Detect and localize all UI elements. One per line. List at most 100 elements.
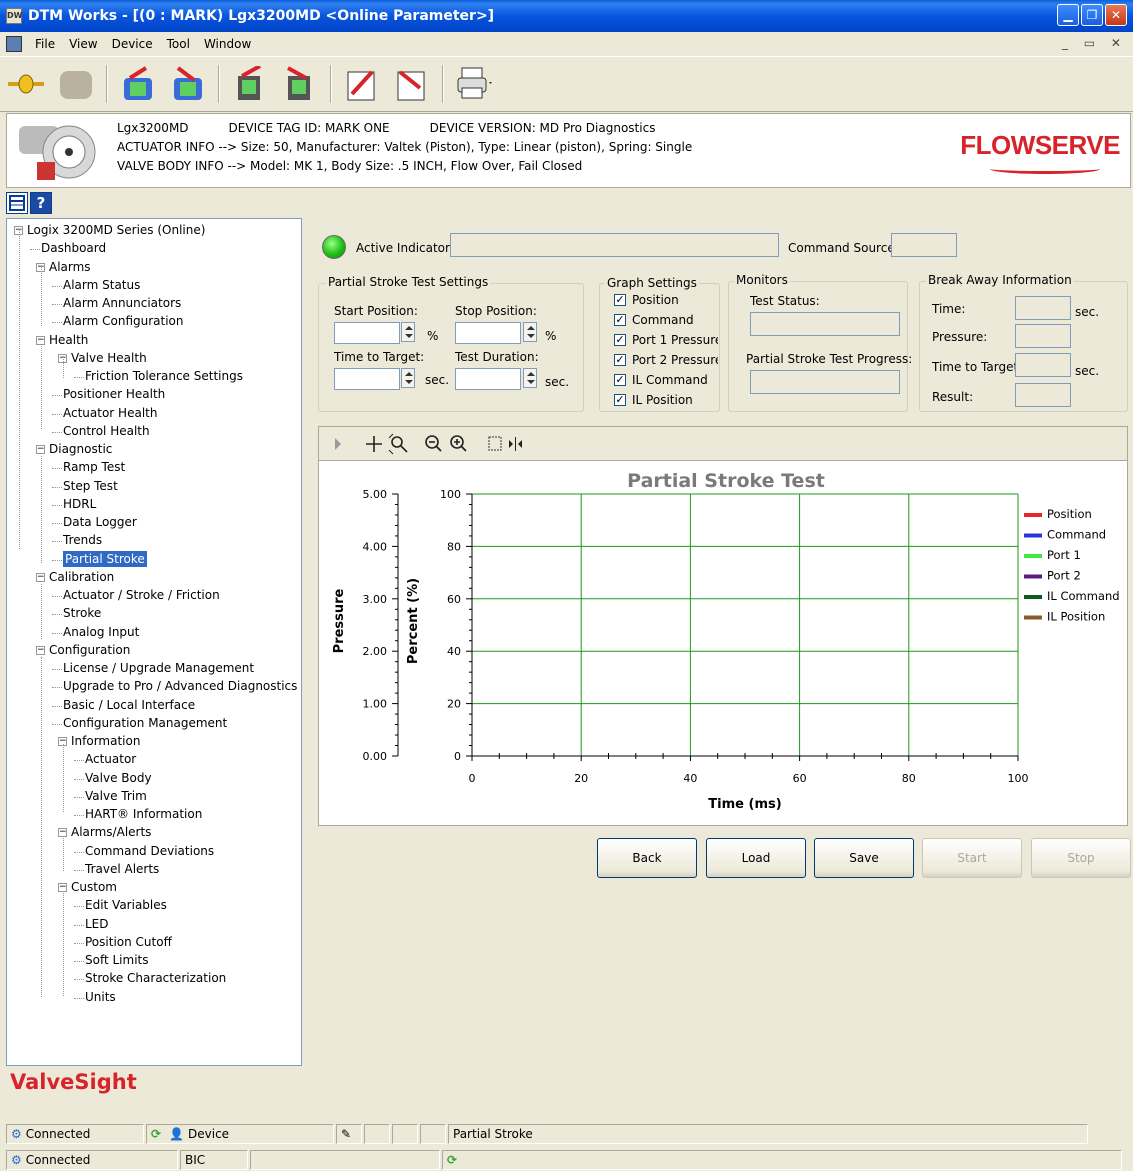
tree-item-ramp-test[interactable]: Ramp Test <box>63 459 125 475</box>
start-position-input[interactable] <box>334 322 400 344</box>
tree-item-partial-stroke[interactable]: Partial Stroke <box>63 550 147 567</box>
tree-item-actuator-stroke-friction[interactable]: Actuator / Stroke / Friction <box>63 587 220 603</box>
tree-item-configuration[interactable]: Configuration <box>49 642 130 658</box>
zoom-out-icon[interactable] <box>425 435 442 452</box>
tree-item-command-deviations[interactable]: Command Deviations <box>85 843 214 859</box>
zoom-in-icon[interactable] <box>450 435 467 452</box>
tree-expander[interactable]: − <box>36 572 45 582</box>
device-icon[interactable] <box>56 64 96 104</box>
time-to-target-spinner[interactable] <box>401 368 415 388</box>
tree-item-analog-input[interactable]: Analog Input <box>63 624 139 640</box>
tree-item-valve-body[interactable]: Valve Body <box>85 770 152 786</box>
tree-item-basic-local-interface[interactable]: Basic / Local Interface <box>63 697 195 713</box>
menu-tool[interactable]: Tool <box>160 37 197 51</box>
tree-item-valve-trim[interactable]: Valve Trim <box>85 788 147 804</box>
tree-item-custom[interactable]: Custom <box>71 879 117 895</box>
connect-icon[interactable] <box>6 64 46 104</box>
tree-item-alarms[interactable]: Alarms <box>49 259 91 275</box>
tree-expander[interactable]: − <box>36 335 45 345</box>
pressure-tick-label: 0.00 <box>363 750 388 763</box>
window-title: DTM Works - [(0 : MARK) Lgx3200MD <Onlin… <box>28 8 495 24</box>
position-checkbox[interactable]: ✓ <box>614 294 626 306</box>
tree-expander[interactable]: − <box>36 645 45 655</box>
select-box-icon[interactable] <box>488 436 502 451</box>
tree-item-alarm-status[interactable]: Alarm Status <box>63 277 140 293</box>
legend-swatch <box>1024 533 1042 538</box>
start-button[interactable]: Start <box>922 838 1022 878</box>
tree-item-control-health[interactable]: Control Health <box>63 423 150 439</box>
help-icon[interactable]: ? <box>30 192 52 214</box>
tree-item-stroke-characterization[interactable]: Stroke Characterization <box>85 970 226 986</box>
tree-item-step-test[interactable]: Step Test <box>63 478 118 494</box>
test-duration-spinner[interactable] <box>523 368 537 388</box>
tree-item-configuration-management[interactable]: Configuration Management <box>63 715 227 731</box>
close-button[interactable]: ✕ <box>1105 4 1127 26</box>
tree-item-travel-alerts[interactable]: Travel Alerts <box>85 861 159 877</box>
cursor-split-icon[interactable] <box>509 437 522 451</box>
tree-item-logix-3200md-series-online[interactable]: Logix 3200MD Series (Online) <box>27 222 205 238</box>
tree-item-friction-tolerance-settings[interactable]: Friction Tolerance Settings <box>85 368 243 384</box>
upload-all-icon[interactable] <box>230 64 270 104</box>
tree-item-actuator-health[interactable]: Actuator Health <box>63 405 157 421</box>
stop-button[interactable]: Stop <box>1031 838 1131 878</box>
refresh-icon[interactable]: ⟳ <box>151 1127 161 1141</box>
tree-item-calibration[interactable]: Calibration <box>49 569 114 585</box>
save-button[interactable]: Save <box>814 838 914 878</box>
tree-toggle-icon[interactable] <box>6 192 28 214</box>
print-icon[interactable] <box>454 64 494 104</box>
app-icon: DW <box>6 8 22 24</box>
tree-item-position-cutoff[interactable]: Position Cutoff <box>85 934 172 950</box>
menu-file[interactable]: File <box>28 37 62 51</box>
play-icon[interactable] <box>335 438 341 450</box>
restore-button[interactable]: ❐ <box>1081 4 1103 26</box>
tree-item-data-logger[interactable]: Data Logger <box>63 514 137 530</box>
tree-item-actuator[interactable]: Actuator <box>85 751 136 767</box>
zoom-area-icon[interactable] <box>388 433 408 455</box>
tree-item-license-upgrade-management[interactable]: License / Upgrade Management <box>63 660 254 676</box>
download-all-icon[interactable] <box>280 64 320 104</box>
download-icon[interactable] <box>168 64 208 104</box>
il-position-checkbox[interactable]: ✓ <box>614 394 626 406</box>
tree-item-units[interactable]: Units <box>85 989 116 1005</box>
upload-icon[interactable] <box>118 64 158 104</box>
tree-item-alarm-configuration[interactable]: Alarm Configuration <box>63 313 184 329</box>
device-version: DEVICE VERSION: MD Pro Diagnostics <box>429 121 656 135</box>
import-icon[interactable] <box>392 64 432 104</box>
tree-item-hdrl[interactable]: HDRL <box>63 496 96 512</box>
mdi-controls[interactable]: _ ▭ ✕ <box>1062 36 1127 50</box>
tree-item-diagnostic[interactable]: Diagnostic <box>49 441 112 457</box>
export-icon[interactable] <box>342 64 382 104</box>
tree-item-edit-variables[interactable]: Edit Variables <box>85 897 167 913</box>
tree-item-positioner-health[interactable]: Positioner Health <box>63 386 165 402</box>
time-to-target-input[interactable] <box>334 368 400 390</box>
tree-item-soft-limits[interactable]: Soft Limits <box>85 952 149 968</box>
load-button[interactable]: Load <box>706 838 806 878</box>
tree-item-valve-health[interactable]: Valve Health <box>71 350 147 366</box>
tree-item-alarms-alerts[interactable]: Alarms/Alerts <box>71 824 151 840</box>
tree-item-information[interactable]: Information <box>71 733 140 749</box>
port1-pressure-checkbox[interactable]: ✓ <box>614 334 626 346</box>
menu-window[interactable]: Window <box>197 37 258 51</box>
il-command-checkbox[interactable]: ✓ <box>614 374 626 386</box>
tree-item-trends[interactable]: Trends <box>63 532 102 548</box>
tree-item-dashboard[interactable]: Dashboard <box>41 240 106 256</box>
test-duration-input[interactable] <box>455 368 521 390</box>
back-button[interactable]: Back <box>597 838 697 878</box>
tree-item-health[interactable]: Health <box>49 332 88 348</box>
menu-device[interactable]: Device <box>105 37 160 51</box>
minimize-button[interactable]: ▁ <box>1057 4 1079 26</box>
stop-position-spinner[interactable] <box>523 322 537 342</box>
port2-pressure-checkbox[interactable]: ✓ <box>614 354 626 366</box>
tree-item-hart-information[interactable]: HART® Information <box>85 806 202 822</box>
tree-expander[interactable]: − <box>36 445 45 454</box>
tree-item-upgrade-to-pro-advanced-diagnostics[interactable]: Upgrade to Pro / Advanced Diagnostics <box>63 678 297 694</box>
pan-icon[interactable] <box>366 436 382 452</box>
tree-item-alarm-annunciators[interactable]: Alarm Annunciators <box>63 295 181 311</box>
edit-icon[interactable]: ✎ <box>336 1124 362 1144</box>
command-checkbox[interactable]: ✓ <box>614 314 626 326</box>
tree-item-led[interactable]: LED <box>85 916 109 932</box>
menu-view[interactable]: View <box>62 37 104 51</box>
stop-position-input[interactable] <box>455 322 521 344</box>
tree-item-stroke[interactable]: Stroke <box>63 605 101 621</box>
start-position-spinner[interactable] <box>401 322 415 342</box>
